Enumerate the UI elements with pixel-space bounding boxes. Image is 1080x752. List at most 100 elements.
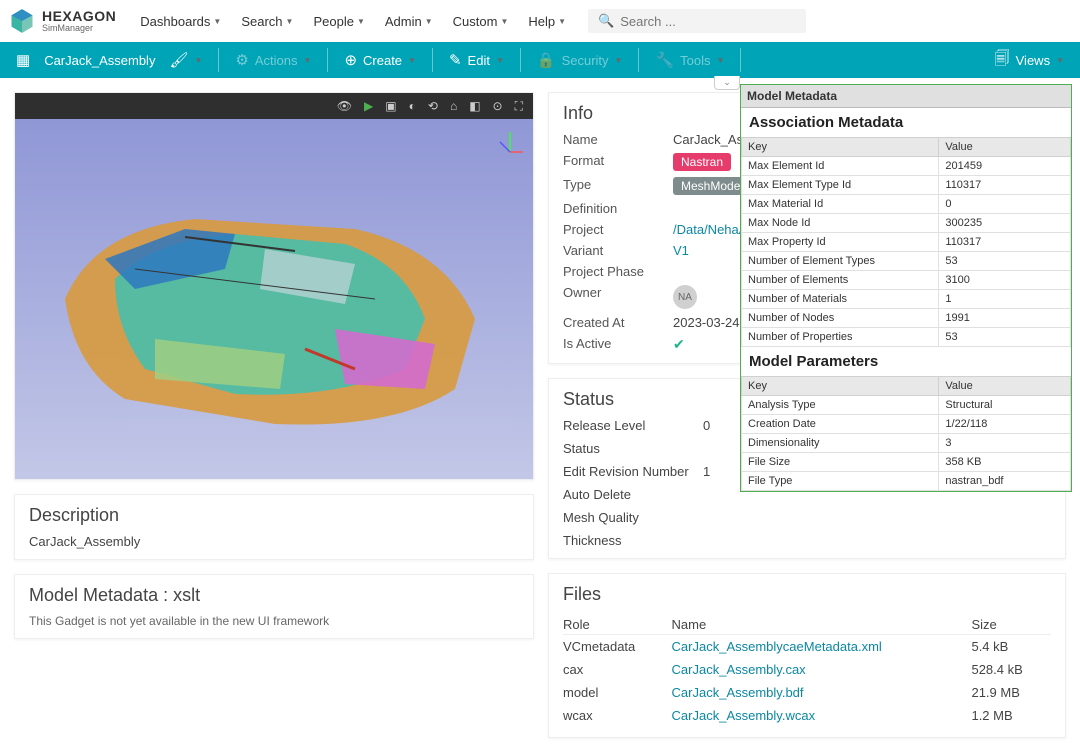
global-search[interactable]: 🔍 [588, 9, 806, 33]
nav-custom[interactable]: Custom▼ [445, 8, 517, 35]
table-row: File Typenastran_bdf [742, 472, 1071, 491]
layers-icon[interactable]: ▣ [385, 99, 396, 113]
meta-val: 1991 [939, 309, 1071, 328]
files-h-role: Role [563, 613, 672, 635]
meta-val: 358 KB [939, 453, 1071, 472]
meta-key: Number of Nodes [742, 309, 939, 328]
params-val-h: Value [939, 377, 1071, 396]
file-link[interactable]: CarJack_Assembly.cax [672, 662, 806, 677]
viewer-toolbar: 👁 ▶ ▣ ◐ ⟲ ⌂ ◧ ⊙ ⛶ [15, 93, 533, 119]
viewport-3d[interactable] [15, 119, 533, 479]
nav-search[interactable]: Search▼ [233, 8, 301, 35]
meta-key: File Size [742, 453, 939, 472]
nav-admin[interactable]: Admin▼ [377, 8, 441, 35]
label-autodelete: Auto Delete [563, 487, 703, 502]
create-menu[interactable]: ⊕Create▼ [334, 42, 426, 78]
file-size: 5.4 kB [971, 635, 1051, 659]
label-name: Name [563, 132, 673, 147]
apps-menu[interactable]: ▦ [6, 42, 40, 78]
file-link[interactable]: CarJack_Assembly.wcax [672, 708, 816, 723]
security-menu[interactable]: 🔒Security▼ [527, 42, 633, 78]
home-icon[interactable]: ⌂ [450, 99, 457, 113]
params-key-h: Key [742, 377, 939, 396]
views-menu[interactable]: 🗐Views▼ [985, 42, 1074, 78]
table-row: Max Material Id0 [742, 195, 1071, 214]
label-format: Format [563, 153, 673, 171]
params-table: Key Value Analysis TypeStructuralCreatio… [741, 376, 1071, 491]
description-title: Description [29, 505, 519, 526]
meta-val: 201459 [939, 157, 1071, 176]
nav-people[interactable]: People▼ [305, 8, 372, 35]
value-variant[interactable]: V1 [673, 243, 689, 258]
nav-help[interactable]: Help▼ [520, 8, 574, 35]
value-thickness [703, 533, 1051, 548]
meta-key: File Type [742, 472, 939, 491]
search-input[interactable] [620, 14, 796, 29]
meta-key: Max Element Id [742, 157, 939, 176]
top-nav: HEXAGON SimManager Dashboards▼ Search▼ P… [0, 0, 1080, 42]
table-row: Max Element Type Id110317 [742, 176, 1071, 195]
meta-val: 110317 [939, 176, 1071, 195]
assoc-table: Key Value Max Element Id201459Max Elemen… [741, 137, 1071, 347]
tools-menu[interactable]: 🔧Tools▼ [645, 42, 734, 78]
meta-key: Max Element Type Id [742, 176, 939, 195]
brush-icon: 🖌 [169, 51, 188, 69]
files-card: Files Role Name Size VCmetadataCarJack_A… [548, 573, 1066, 738]
label-definition: Definition [563, 201, 673, 216]
nav-dashboards[interactable]: Dashboards▼ [132, 8, 229, 35]
table-row: Creation Date1/22/118 [742, 415, 1071, 434]
table-row: Max Property Id110317 [742, 233, 1071, 252]
files-h-name: Name [672, 613, 972, 635]
xslt-title: Model Metadata : xslt [29, 585, 519, 606]
clip-icon[interactable]: ◐ [409, 99, 416, 113]
edit-menu[interactable]: ✎Edit▼ [439, 42, 514, 78]
table-row: Max Element Id201459 [742, 157, 1071, 176]
label-status: Status [563, 441, 703, 456]
metadata-header: Model Metadata [741, 85, 1071, 108]
label-project: Project [563, 222, 673, 237]
params-title: Model Parameters [741, 347, 1071, 376]
meta-val: Structural [939, 396, 1071, 415]
axis-gizmo [495, 127, 525, 159]
meta-key: Max Material Id [742, 195, 939, 214]
meta-val: 3100 [939, 271, 1071, 290]
xslt-card: Model Metadata : xslt This Gadget is not… [14, 574, 534, 639]
meta-val: 110317 [939, 233, 1071, 252]
meta-key: Number of Materials [742, 290, 939, 309]
cube-icon[interactable]: ◧ [469, 99, 480, 113]
table-row: wcaxCarJack_Assembly.wcax1.2 MB [563, 704, 1051, 727]
file-link[interactable]: CarJack_Assembly.bdf [672, 685, 804, 700]
label-projectphase: Project Phase [563, 264, 673, 279]
metadata-panel: Model Metadata Association Metadata Key … [740, 84, 1072, 492]
value-owner[interactable]: NA [673, 285, 697, 309]
value-isactive: ✔ [673, 336, 685, 352]
brush-button[interactable]: 🖌▼ [159, 42, 212, 78]
context-toolbar: ▦ CarJack_Assembly 🖌▼ ⚙Actions▼ ⊕Create▼… [0, 42, 1080, 78]
target-icon[interactable]: ⊙ [493, 99, 503, 113]
assoc-val-h: Value [939, 138, 1071, 157]
meta-val: 1/22/118 [939, 415, 1071, 434]
meta-key: Analysis Type [742, 396, 939, 415]
plus-icon: ⊕ [344, 51, 357, 69]
assoc-title: Association Metadata [741, 108, 1071, 137]
file-role: wcax [563, 704, 672, 727]
files-h-size: Size [971, 613, 1051, 635]
brand-logo[interactable]: HEXAGON SimManager [8, 7, 116, 35]
meta-val: 1 [939, 290, 1071, 309]
files-table: Role Name Size VCmetadataCarJack_Assembl… [563, 613, 1051, 727]
actions-menu[interactable]: ⚙Actions▼ [225, 42, 321, 78]
table-row: Analysis TypeStructural [742, 396, 1071, 415]
meta-key: Creation Date [742, 415, 939, 434]
meta-key: Number of Properties [742, 328, 939, 347]
measure-icon[interactable]: ⟲ [428, 99, 438, 113]
brand-name: HEXAGON [42, 9, 116, 23]
fullscreen-icon[interactable]: ⛶ [515, 99, 523, 114]
label-isactive: Is Active [563, 336, 673, 353]
meta-val: 0 [939, 195, 1071, 214]
eye-icon[interactable]: 👁 [337, 99, 352, 113]
file-link[interactable]: CarJack_AssemblycaeMetadata.xml [672, 639, 882, 654]
play-icon[interactable]: ▶ [364, 99, 373, 113]
expand-tab[interactable]: ⌄ [714, 76, 740, 90]
viewer-card: 👁 ▶ ▣ ◐ ⟲ ⌂ ◧ ⊙ ⛶ [14, 92, 534, 480]
file-role: VCmetadata [563, 635, 672, 659]
